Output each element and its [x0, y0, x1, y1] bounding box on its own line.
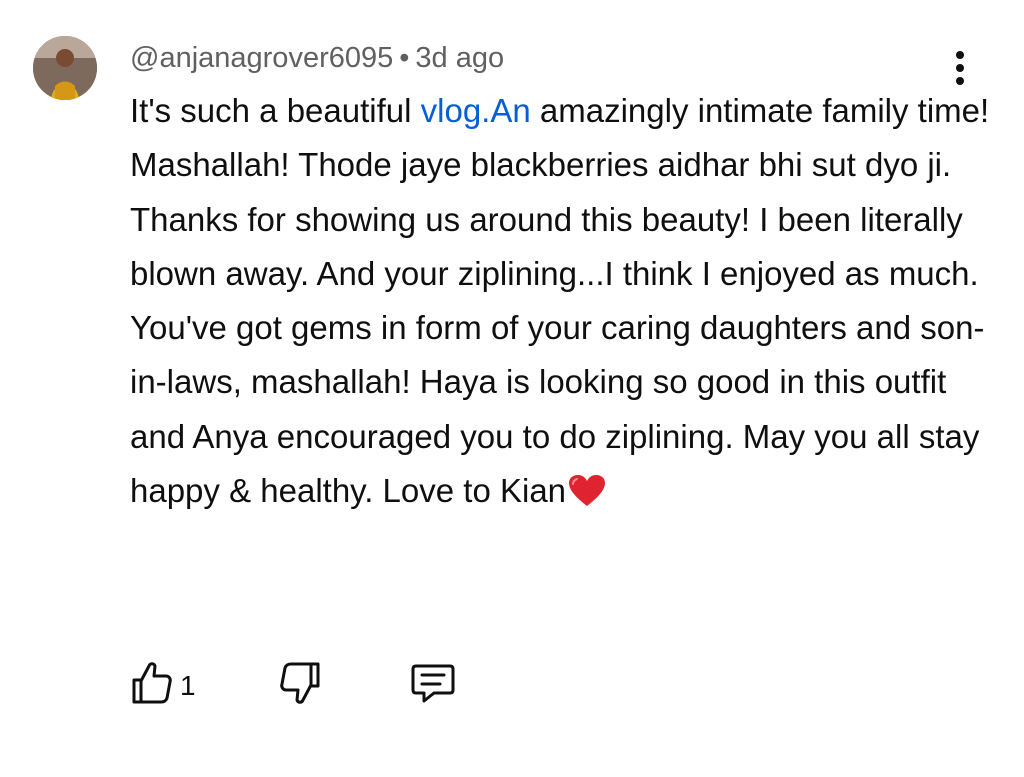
thumbs-up-icon [132, 662, 172, 704]
reply-comment-icon [411, 664, 455, 703]
like-count: 1 [180, 670, 196, 701]
comment-header: @anjanagrover6095 • 3d ago [130, 42, 504, 75]
comment-timestamp[interactable]: 3d ago [415, 42, 504, 74]
avatar[interactable] [33, 36, 97, 100]
comment-text-rest: amazingly intimate family time! Mashalla… [130, 92, 990, 510]
comment-link[interactable]: vlog.An [421, 92, 531, 129]
avatar-image [33, 36, 97, 100]
thumbs-down-icon [280, 662, 320, 704]
reply-button[interactable] [410, 660, 456, 706]
comment-menu-button[interactable] [944, 48, 976, 88]
author-handle[interactable]: @anjanagrover6095 [130, 42, 393, 74]
red-heart-emoji-icon [569, 475, 606, 507]
dislike-button[interactable] [278, 660, 322, 706]
meta-separator: • [399, 42, 410, 74]
comment-thread: @anjanagrover6095 • 3d ago It's such a bea… [0, 0, 1024, 777]
comment-text: It's such a beautiful vlog.An amazingly … [130, 84, 990, 518]
comment-text-start: It's such a beautiful [130, 92, 421, 129]
more-vertical-icon [956, 51, 964, 85]
like-button[interactable] [130, 660, 174, 706]
